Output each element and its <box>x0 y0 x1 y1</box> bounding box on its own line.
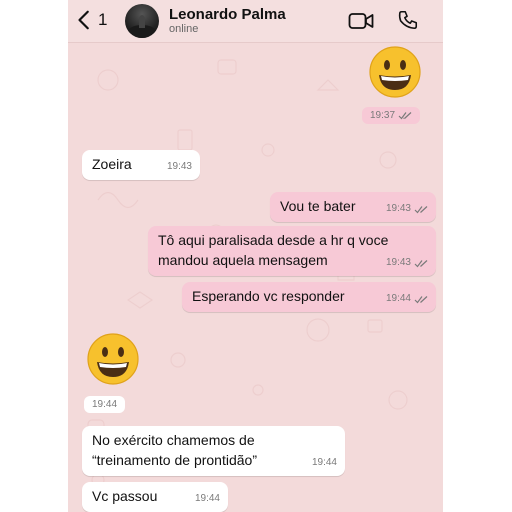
avatar[interactable] <box>125 4 159 38</box>
message-text: Zoeira <box>92 156 132 172</box>
double-check-icon <box>398 112 412 120</box>
unread-count: 1 <box>98 10 108 29</box>
outgoing-message[interactable]: Tô aqui paralisada desde a hr q voce man… <box>148 226 436 276</box>
outgoing-message[interactable]: Vou te bater 19:43 <box>270 192 436 222</box>
double-check-icon <box>414 205 428 213</box>
message-time: 19:44 <box>311 457 337 468</box>
video-call-icon[interactable] <box>348 11 374 31</box>
message-text: Vc passou <box>92 488 158 504</box>
message-meta: 19:44 <box>312 453 337 473</box>
message-time: 19:44 <box>194 493 220 504</box>
contact-status: online <box>169 23 199 35</box>
message-text: Vou te bater <box>280 198 356 214</box>
message-line: Tô aqui paralisada desde a hr q voce <box>158 232 389 248</box>
incoming-message[interactable]: No exército chamemos de “treinamento de … <box>82 426 345 476</box>
message-time: 19:44 <box>385 293 411 304</box>
incoming-message[interactable]: Zoeira 19:43 <box>82 150 200 180</box>
chat-header: 1 Leonardo Palma online <box>68 0 443 43</box>
contact-name[interactable]: Leonardo Palma <box>169 6 286 23</box>
message-time: 19:43 <box>166 161 192 172</box>
incoming-message[interactable]: Vc passou 19:44 <box>82 482 228 512</box>
double-check-icon <box>414 259 428 267</box>
chat-screen: 1 Leonardo Palma online 19:37 Zoeira 19:… <box>68 0 443 512</box>
back-button[interactable]: 1 <box>74 8 107 32</box>
phone-call-icon[interactable] <box>397 9 419 31</box>
message-time: 19:43 <box>385 203 411 214</box>
message-time: 19:43 <box>385 257 411 268</box>
outgoing-message[interactable]: Esperando vc responder 19:44 <box>182 282 436 312</box>
message-line: “treinamento de prontidão” <box>92 452 257 468</box>
emoji-timestamp: 19:44 <box>84 396 126 413</box>
message-line: No exército chamemos de <box>92 432 255 448</box>
message-meta: 19:43 <box>386 199 428 219</box>
message-meta: 19:44 <box>195 489 220 509</box>
message-meta: 19:43 <box>386 253 428 273</box>
message-time: 19:44 <box>92 399 118 410</box>
message-meta: 19:44 <box>386 289 428 309</box>
emoji-timestamp: 19:37 <box>362 107 421 124</box>
message-meta: 19:43 <box>167 157 192 177</box>
message-time: 19:37 <box>370 110 396 121</box>
chevron-left-icon <box>78 10 89 30</box>
message-text: Esperando vc responder <box>192 288 345 304</box>
double-check-icon <box>414 295 428 303</box>
grinning-face-icon <box>87 333 139 385</box>
avatar-image <box>128 15 156 38</box>
grinning-face-icon <box>369 46 421 98</box>
